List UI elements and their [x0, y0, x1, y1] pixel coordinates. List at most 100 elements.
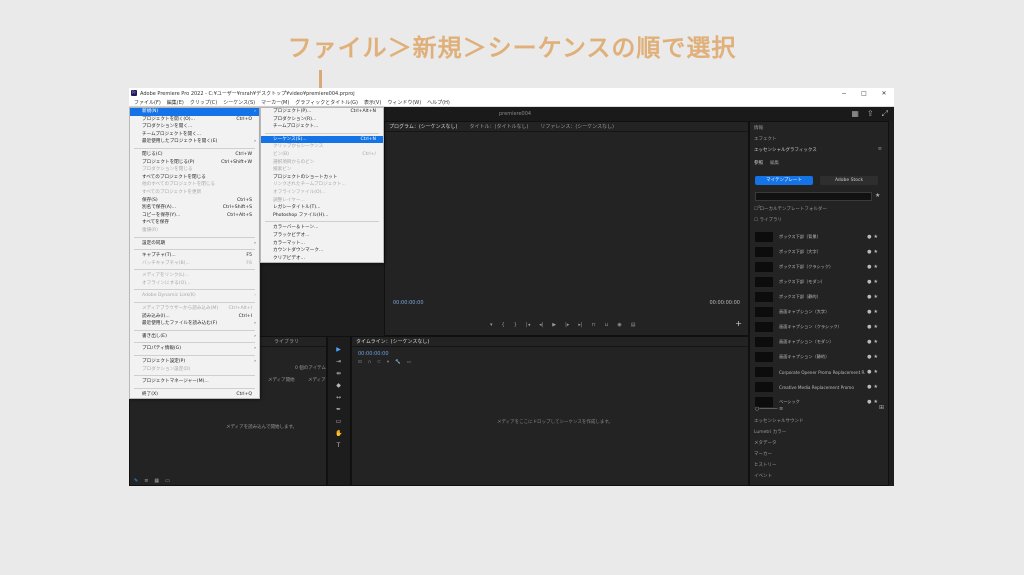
file-menu-item[interactable]: プロジェクトを閉じる(P) Ctrl+Shift+W — [130, 159, 259, 167]
file-menu-item[interactable]: プロダクションを開く... — [130, 123, 259, 131]
menu-item-5[interactable]: グラフィックとタイトル(G) — [292, 99, 361, 106]
info-icon[interactable]: ● — [867, 309, 871, 315]
tab-libraries[interactable]: ライブラリ — [274, 338, 299, 345]
template-item[interactable]: 画面キャプション（モダン） ● ★ — [755, 335, 878, 349]
track-select-tool-icon[interactable]: ⇥ — [335, 358, 342, 365]
file-menu-item[interactable]: プロジェクト設定(P) › — [130, 358, 259, 366]
favorite-icon[interactable]: ★ — [874, 339, 878, 345]
info-icon[interactable]: ● — [867, 234, 871, 240]
tab-reference[interactable]: リファレンス：(シーケンスなし) — [540, 123, 614, 130]
template-item[interactable]: 画面キャプション（大字） ● ★ — [755, 305, 878, 319]
menu-item-2[interactable]: クリップ(C) — [187, 99, 220, 106]
info-icon[interactable]: ● — [867, 294, 871, 300]
step-back-icon[interactable]: ◂| — [539, 322, 543, 328]
template-item[interactable]: Corporate Opener Promo Replacement R... ●… — [755, 365, 878, 379]
ripple-edit-tool-icon[interactable]: ⇹ — [335, 370, 342, 377]
info-icon[interactable]: ● — [867, 324, 871, 330]
new-item-icon[interactable]: ⊞ — [879, 404, 884, 411]
new-submenu-item[interactable]: ブラックビデオ... — [261, 232, 383, 240]
info-icon[interactable]: ● — [867, 354, 871, 360]
new-submenu-item[interactable]: クリアビデオ... — [261, 255, 383, 263]
type-tool-icon[interactable]: T — [335, 442, 342, 449]
menu-item-6[interactable]: 表示(V) — [361, 99, 384, 106]
new-submenu-item[interactable]: レガシータイトル(T)... — [261, 204, 383, 212]
close-button[interactable]: ✕ — [874, 90, 894, 97]
minimize-button[interactable]: − — [834, 90, 854, 97]
icon-view-icon[interactable]: ▦ — [154, 478, 159, 484]
pencil-icon[interactable]: ✎ — [134, 478, 138, 484]
menu-item-7[interactable]: ウィンドウ(W) — [384, 99, 424, 106]
file-menu-item[interactable]: プロジェクトマネージャー(M)... — [130, 378, 259, 386]
workspaces-icon[interactable]: ▦ — [851, 109, 859, 119]
rectangle-tool-icon[interactable]: ▭ — [335, 418, 342, 425]
info-icon[interactable]: ● — [867, 264, 871, 270]
panel-menu-icon[interactable]: ≡ — [878, 146, 882, 152]
favorite-icon[interactable]: ★ — [874, 354, 878, 360]
file-menu-item[interactable]: 最近使用したプロジェクトを開く(E) › — [130, 138, 259, 146]
tab-program[interactable]: プログラム：(シーケンスなし) — [389, 123, 458, 130]
new-submenu-item[interactable]: プロジェクトのショートカット — [261, 174, 383, 182]
menu-item-3[interactable]: シーケンス(S) — [220, 99, 258, 106]
panel-section[interactable]: メタデータ — [754, 440, 777, 446]
file-menu-item[interactable]: 書き出し(E) › — [130, 333, 259, 341]
file-menu-item[interactable]: 設定の同期 › — [130, 240, 259, 248]
menu-item-8[interactable]: ヘルプ(H) — [424, 99, 453, 106]
add-marker-icon[interactable]: ▾ — [387, 360, 389, 365]
template-item[interactable]: ボックス下部（静的） ● ★ — [755, 290, 878, 304]
add-button-icon[interactable]: + — [735, 319, 742, 328]
file-menu-item[interactable]: 閉じる(C) Ctrl+W — [130, 151, 259, 159]
panel-section[interactable]: ヒストリー — [754, 462, 777, 468]
template-item[interactable]: ボックス下部（背景） ● ★ — [755, 230, 878, 244]
new-submenu-item[interactable]: プロダクション(R)... — [261, 116, 383, 124]
favorite-icon[interactable]: ★ — [874, 324, 878, 330]
razor-tool-icon[interactable]: ◆ — [335, 382, 342, 389]
new-submenu-item[interactable]: チームプロジェクト... — [261, 123, 383, 131]
file-menu-item[interactable]: 終了(X) Ctrl+Q — [130, 391, 259, 399]
template-item[interactable]: 画面キャプション（静的） ● ★ — [755, 350, 878, 364]
search-input[interactable]: ⌕ — [755, 192, 872, 210]
step-forward-icon[interactable]: |▸ — [565, 322, 569, 328]
panel-section[interactable]: イベント — [754, 473, 772, 479]
info-icon[interactable]: ● — [867, 279, 871, 285]
menu-item-0[interactable]: ファイル(F) — [131, 99, 164, 106]
slip-tool-icon[interactable]: ↔ — [335, 394, 342, 401]
snap-icon[interactable]: ∩ — [368, 360, 371, 365]
file-menu-item[interactable]: プロジェクトを開く(O)... Ctrl+O — [130, 116, 259, 124]
selection-tool-icon[interactable]: ▶ — [335, 346, 342, 353]
info-icon[interactable]: ● — [867, 369, 871, 375]
local-templates-checkbox[interactable]: ☐ ローカルテンプレートフォルダー — [754, 206, 827, 212]
info-icon[interactable]: ● — [867, 399, 871, 405]
list-view-icon[interactable]: ≡ — [144, 478, 148, 484]
template-item[interactable]: ボックス下部（大字） ● ★ — [755, 245, 878, 259]
favorite-icon[interactable]: ★ — [874, 309, 878, 315]
favorite-icon[interactable]: ★ — [874, 369, 878, 375]
file-menu-item[interactable]: 最近使用したファイルを読み込む(F) › — [130, 320, 259, 328]
template-item[interactable]: Creative Media Replacement Promo ● ★ — [755, 380, 878, 394]
new-submenu-item[interactable]: カラーマット... — [261, 240, 383, 248]
new-submenu-item[interactable]: カウントダウンマーク... — [261, 247, 383, 255]
captions-icon[interactable]: ▭ — [407, 360, 411, 365]
template-item[interactable]: 画面キャプション（クラシック） ● ★ — [755, 320, 878, 334]
in-point-icon[interactable]: { — [502, 322, 505, 328]
info-icon[interactable]: ● — [867, 339, 871, 345]
info-icon[interactable]: ● — [867, 249, 871, 255]
file-menu-item[interactable]: プロパティ情報(G) › — [130, 345, 259, 353]
favorite-icon[interactable]: ★ — [874, 279, 878, 285]
libraries-checkbox[interactable]: ☐ ライブラリ — [754, 217, 782, 223]
tab-browse[interactable]: 参照 — [754, 160, 763, 166]
new-submenu-item[interactable]: シーケンス(S)... Ctrl+N — [261, 135, 383, 144]
favorite-icon[interactable]: ★ — [874, 384, 878, 390]
favorite-icon[interactable]: ★ — [874, 234, 878, 240]
panel-section[interactable]: エッセンシャルサウンド — [754, 418, 804, 424]
export-frame-icon[interactable]: ◉ — [617, 322, 621, 328]
file-menu-item[interactable]: 別名で保存(A)... Ctrl+Shift+S — [130, 204, 259, 212]
extract-icon[interactable]: ⊔ — [604, 322, 608, 328]
file-menu-item[interactable]: キャプチャ(T)... F5 — [130, 252, 259, 260]
tab-effects[interactable]: エフェクト — [754, 136, 777, 142]
file-menu-item[interactable]: チームプロジェクトを開く... — [130, 131, 259, 139]
panel-section[interactable]: Lumetri カラー — [754, 429, 786, 435]
hand-tool-icon[interactable]: ✋ — [335, 430, 342, 437]
tab-timeline[interactable]: タイムライン：(シーケンスなし) — [356, 338, 429, 345]
share-icon[interactable]: ⇪ — [867, 109, 874, 119]
comparison-icon[interactable]: ▤ — [631, 322, 636, 328]
